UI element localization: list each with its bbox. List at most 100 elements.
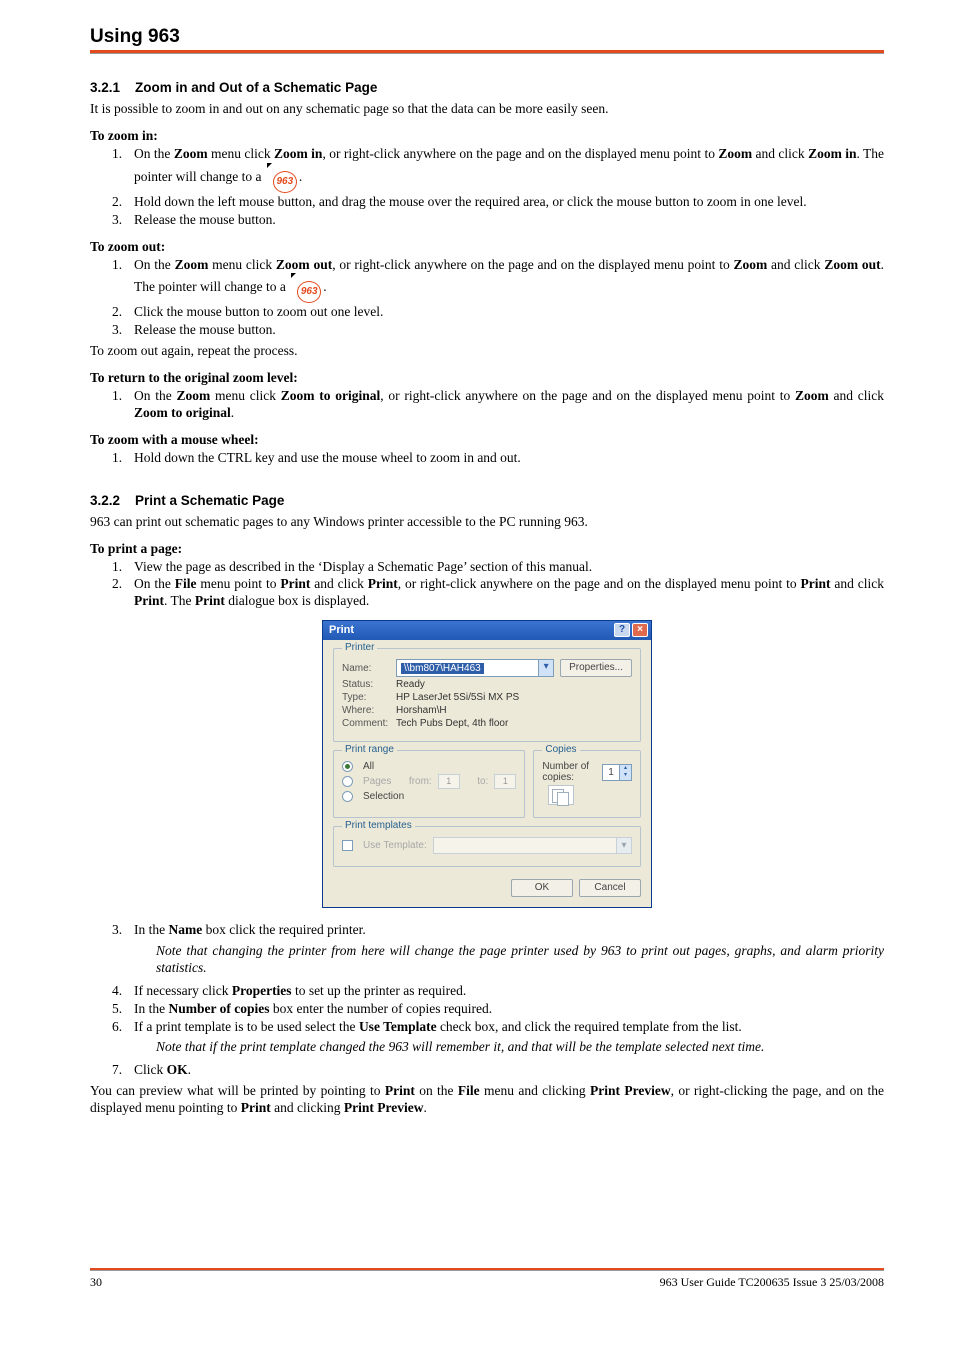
section-heading-zoom: 3.2.1 Zoom in and Out of a Schematic Pag… xyxy=(90,80,884,95)
list-text: If a print template is to be used select… xyxy=(134,1019,884,1036)
list-text: View the page as described in the ‘Displ… xyxy=(134,559,884,576)
radio-selection[interactable] xyxy=(342,791,353,802)
spin-down-icon[interactable]: ▾ xyxy=(619,772,631,780)
footer-page-number: 30 xyxy=(90,1275,102,1290)
list-num: 2. xyxy=(90,304,134,321)
type-label: Type: xyxy=(342,692,390,703)
list-text: Release the mouse button. xyxy=(134,322,884,339)
group-legend: Printer xyxy=(342,642,377,653)
print-note-2: Note that if the print template changed … xyxy=(156,1039,884,1056)
print-dialog-figure: Print ? × Printer Name: \\bm807\HAH463 ▾ xyxy=(90,620,884,908)
cancel-button[interactable]: Cancel xyxy=(579,879,641,897)
comment-value: Tech Pubs Dept, 4th floor xyxy=(396,718,508,729)
copies-label: Number of copies: xyxy=(542,761,596,783)
section-heading-print: 3.2.2 Print a Schematic Page xyxy=(90,493,884,508)
use-template-checkbox[interactable] xyxy=(342,840,353,851)
footer-underline xyxy=(90,1270,884,1271)
list-text: Click the mouse button to zoom out one l… xyxy=(134,304,884,321)
list-num: 6. xyxy=(90,1019,134,1036)
section-title: Zoom in and Out of a Schematic Page xyxy=(135,80,377,95)
list-num: 7. xyxy=(90,1062,134,1079)
spin-up-icon[interactable]: ▴ xyxy=(619,765,631,773)
print-step-7: 7.Click OK. xyxy=(90,1062,884,1079)
print-steps-4-6: 4.If necessary click Properties to set u… xyxy=(90,983,884,1036)
ok-button[interactable]: OK xyxy=(511,879,573,897)
list-text: In the Name box click the required print… xyxy=(134,922,884,939)
header-underline xyxy=(90,53,884,54)
group-legend: Print range xyxy=(342,744,397,755)
list-num: 1. xyxy=(90,257,134,304)
radio-selection-label: Selection xyxy=(363,791,404,802)
list-text: On the Zoom menu click Zoom to original,… xyxy=(134,388,884,422)
collate-icon xyxy=(548,785,574,805)
zoom-cursor-icon: 963 xyxy=(267,163,297,193)
copies-group: Copies Number of copies: 1▴▾ xyxy=(533,750,641,818)
comment-label: Comment: xyxy=(342,718,390,729)
footer-doc-info: 963 User Guide TC200635 Issue 3 25/03/20… xyxy=(660,1275,884,1290)
header-title: Using 963 xyxy=(90,26,884,48)
printer-group: Printer Name: \\bm807\HAH463 ▾ Propertie… xyxy=(333,648,641,742)
page-footer: 30 963 User Guide TC200635 Issue 3 25/03… xyxy=(90,1268,884,1290)
template-select[interactable]: ▾ xyxy=(433,837,632,854)
print-intro: 963 can print out schematic pages to any… xyxy=(90,514,884,531)
print-note-1: Note that changing the printer from here… xyxy=(156,943,884,977)
dialog-titlebar[interactable]: Print ? × xyxy=(323,621,651,640)
zoom-cursor-icon: 963 xyxy=(291,273,321,303)
list-text: Click OK. xyxy=(134,1062,884,1079)
printer-name-select[interactable]: \\bm807\HAH463 ▾ xyxy=(396,659,554,677)
printer-name-value: \\bm807\HAH463 xyxy=(401,663,484,674)
zoom-original-lead: To return to the original zoom level: xyxy=(90,370,884,386)
list-text: In the Number of copies box enter the nu… xyxy=(134,1001,884,1018)
properties-button[interactable]: Properties... xyxy=(560,659,632,677)
dialog-title: Print xyxy=(329,624,354,636)
help-button[interactable]: ? xyxy=(614,623,630,637)
print-range-group: Print range All Pages from: 1 to: 1 Sele… xyxy=(333,750,525,818)
list-text: On the File menu point to Print and clic… xyxy=(134,576,884,610)
use-template-label: Use Template: xyxy=(363,840,427,851)
templates-group: Print templates Use Template:▾ xyxy=(333,826,641,867)
list-num: 5. xyxy=(90,1001,134,1018)
radio-pages[interactable] xyxy=(342,776,353,787)
name-label: Name: xyxy=(342,663,390,674)
zoom-wheel-lead: To zoom with a mouse wheel: xyxy=(90,432,884,448)
copies-spinner[interactable]: 1▴▾ xyxy=(602,764,632,781)
list-num: 3. xyxy=(90,212,134,229)
print-step-3: 3.In the Name box click the required pri… xyxy=(90,922,884,939)
radio-pages-label: Pages xyxy=(363,776,391,787)
list-text: Hold down the CTRL key and use the mouse… xyxy=(134,450,884,467)
print-steps-1-2: 1.View the page as described in the ‘Dis… xyxy=(90,559,884,611)
list-num: 3. xyxy=(90,922,134,939)
section-num: 3.2.1 xyxy=(90,80,120,95)
section-title: Print a Schematic Page xyxy=(135,493,284,508)
list-text: On the Zoom menu click Zoom out, or righ… xyxy=(134,257,884,304)
status-label: Status: xyxy=(342,679,390,690)
where-label: Where: xyxy=(342,705,390,716)
print-lead: To print a page: xyxy=(90,541,884,557)
chevron-down-icon[interactable]: ▾ xyxy=(616,838,631,853)
zoom-in-list: 1. On the Zoom menu click Zoom in, or ri… xyxy=(90,146,884,229)
zoom-out-repeat: To zoom out again, repeat the process. xyxy=(90,343,884,360)
list-text: Hold down the left mouse button, and dra… xyxy=(134,194,884,211)
section-num: 3.2.2 xyxy=(90,493,120,508)
print-dialog: Print ? × Printer Name: \\bm807\HAH463 ▾ xyxy=(322,620,652,908)
type-value: HP LaserJet 5Si/5Si MX PS xyxy=(396,692,519,703)
list-num: 1. xyxy=(90,559,134,576)
radio-all[interactable] xyxy=(342,761,353,772)
zoom-wheel-list: 1.Hold down the CTRL key and use the mou… xyxy=(90,450,884,467)
chevron-down-icon[interactable]: ▾ xyxy=(538,660,553,676)
intro-text: It is possible to zoom in and out on any… xyxy=(90,101,884,118)
list-num: 2. xyxy=(90,576,134,610)
list-num: 1. xyxy=(90,450,134,467)
radio-all-label: All xyxy=(363,761,374,772)
pages-from-input[interactable]: 1 xyxy=(438,774,460,789)
close-button[interactable]: × xyxy=(632,623,648,637)
list-num: 3. xyxy=(90,322,134,339)
zoom-out-list: 1. On the Zoom menu click Zoom out, or r… xyxy=(90,257,884,340)
group-legend: Copies xyxy=(542,744,579,755)
dialog-body: Printer Name: \\bm807\HAH463 ▾ Propertie… xyxy=(323,640,651,907)
pages-to-input[interactable]: 1 xyxy=(494,774,516,789)
status-value: Ready xyxy=(396,679,425,690)
list-num: 2. xyxy=(90,194,134,211)
page-header: Using 963 xyxy=(90,26,884,54)
list-text: On the Zoom menu click Zoom in, or right… xyxy=(134,146,884,193)
